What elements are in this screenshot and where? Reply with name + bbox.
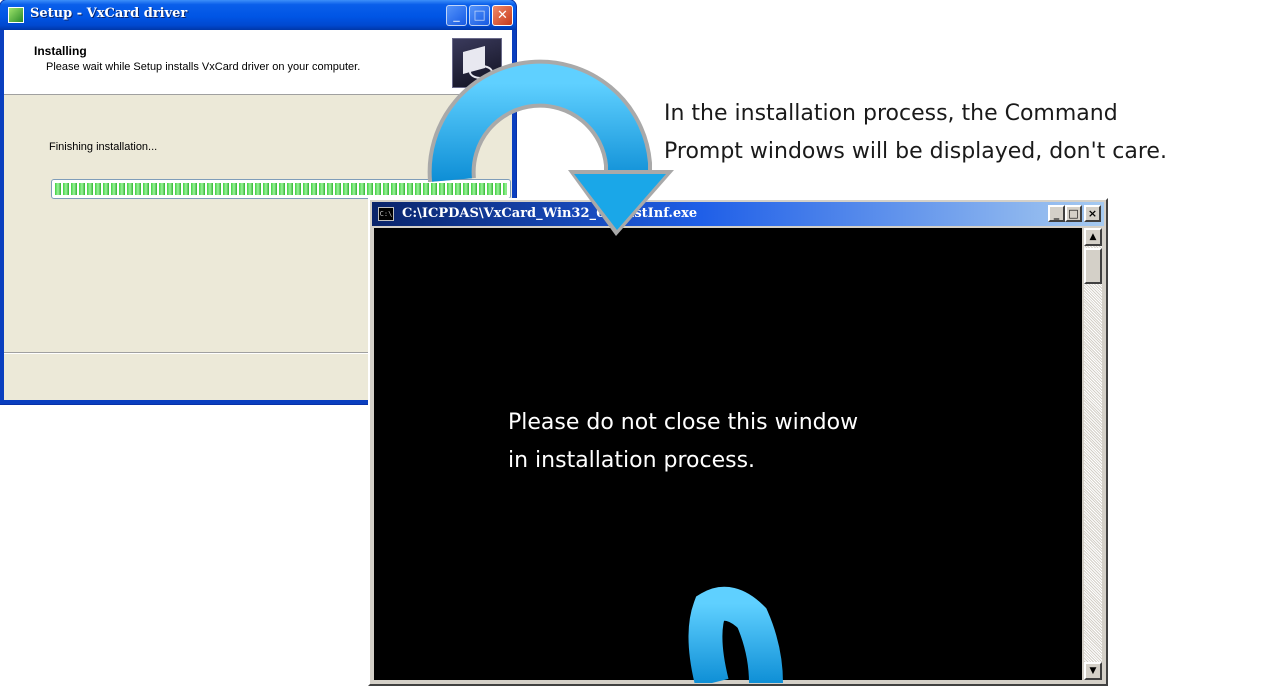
cmd-titlebar[interactable]: C:\ C:\ICPDAS\VxCard_Win32_64\InstInf.ex…: [372, 202, 1104, 226]
console-output: Please do not close this window in insta…: [374, 228, 1082, 680]
setup-heading: Installing: [34, 44, 87, 58]
cmd-close-button[interactable]: ×: [1084, 205, 1101, 222]
setup-titlebar[interactable]: Setup - VxCard driver _ □ ✕: [0, 0, 516, 30]
progress-bar: [51, 179, 511, 199]
cmd-window-title: C:\ICPDAS\VxCard_Win32_64\InstInf.exe: [402, 206, 698, 221]
console-message-line-1: Please do not close this window: [508, 410, 859, 435]
installation-status: Finishing installation...: [49, 141, 158, 153]
console-message: Please do not close this window in insta…: [508, 404, 858, 480]
instruction-note-line-2: Prompt windows will be displayed, don't …: [664, 139, 1167, 164]
command-prompt-window: C:\ C:\ICPDAS\VxCard_Win32_64\InstInf.ex…: [368, 198, 1108, 686]
vertical-scrollbar[interactable]: ▲ ▼: [1084, 228, 1102, 680]
scrollbar-thumb[interactable]: [1084, 248, 1102, 284]
console-message-line-2: in installation process.: [508, 448, 756, 473]
maximize-button[interactable]: □: [469, 5, 490, 26]
instruction-note: In the installation process, the Command…: [664, 95, 1167, 171]
console-icon: C:\: [378, 207, 394, 221]
cmd-minimize-button[interactable]: _: [1048, 205, 1065, 222]
setup-window-title: Setup - VxCard driver: [30, 6, 188, 21]
close-button[interactable]: ✕: [492, 5, 513, 26]
cmd-maximize-button[interactable]: □: [1065, 205, 1082, 222]
setup-header: Installing Please wait while Setup insta…: [4, 30, 512, 95]
scroll-up-button[interactable]: ▲: [1084, 228, 1102, 246]
minimize-button[interactable]: _: [446, 5, 467, 26]
instruction-note-line-1: In the installation process, the Command: [664, 101, 1118, 126]
progress-bar-fill: [55, 183, 507, 195]
setup-subheading: Please wait while Setup installs VxCard …: [46, 61, 361, 73]
installer-logo-icon: [452, 38, 502, 88]
setup-icon: [8, 7, 24, 23]
scroll-down-button[interactable]: ▼: [1084, 662, 1102, 680]
